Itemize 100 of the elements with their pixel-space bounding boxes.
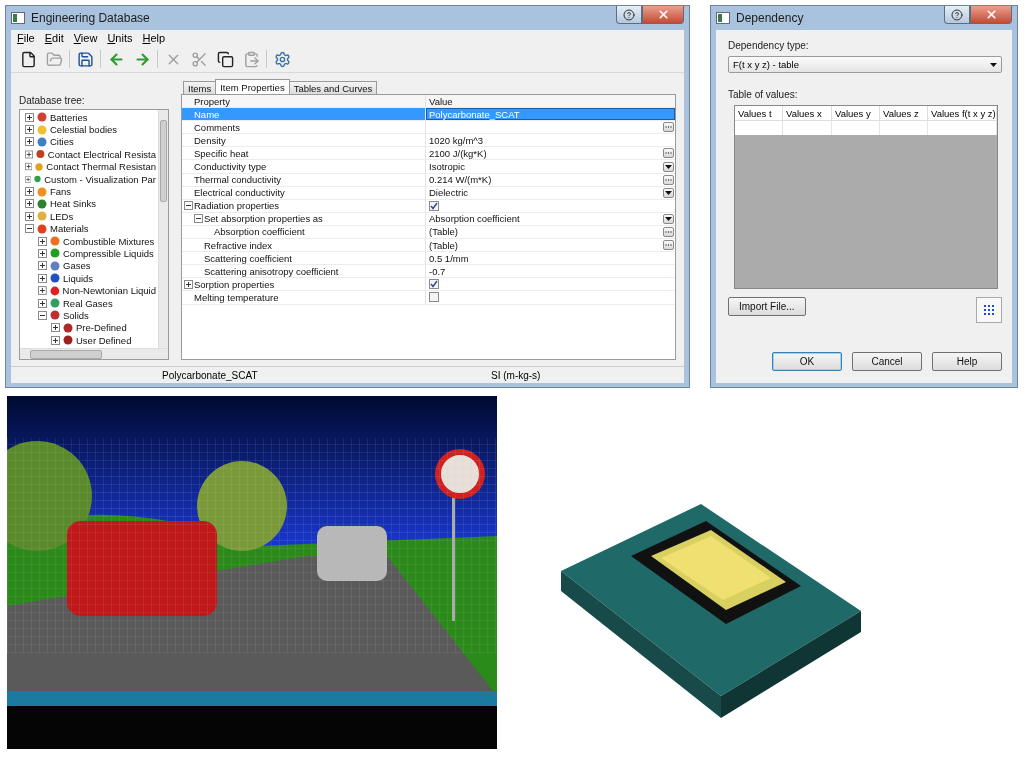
property-value: (Table) (429, 226, 459, 238)
expand-icon[interactable] (38, 249, 47, 258)
tree-item[interactable]: Real Gases (63, 297, 113, 309)
horizontal-scrollbar[interactable] (20, 348, 168, 359)
property-name: Electrical conductivity (194, 187, 285, 199)
tree-item[interactable]: Fans (50, 186, 72, 198)
tab[interactable]: Items (183, 81, 217, 94)
expand-icon[interactable] (38, 236, 47, 246)
column-header: Values y (832, 106, 880, 120)
collapse-icon[interactable] (193, 214, 203, 224)
expand-icon[interactable] (25, 112, 34, 122)
window-title: Engineering Database (31, 11, 150, 25)
property-row[interactable]: Melting temperature (182, 291, 675, 305)
expand-icon[interactable] (25, 137, 34, 147)
tree-item[interactable]: Cities (50, 136, 74, 148)
dependency-type-select[interactable]: F(t x y z) - table (728, 56, 1002, 73)
expand-icon[interactable] (38, 286, 47, 296)
help-icon (951, 8, 963, 21)
tab[interactable]: Item Properties (215, 79, 290, 94)
import-file-button[interactable]: Import File... (728, 297, 806, 316)
property-row[interactable]: Density 1020 kg/m^3 (182, 134, 675, 148)
tree-item[interactable]: Contact Electrical Resista (47, 148, 156, 160)
menu-item[interactable]: Help (138, 32, 170, 44)
expand-icon[interactable] (38, 261, 47, 271)
dialog-button[interactable]: Help (932, 352, 1002, 371)
dropdown-button[interactable] (663, 161, 674, 172)
expand-icon[interactable] (25, 125, 34, 135)
tree-item[interactable]: Solids (63, 309, 89, 321)
property-row[interactable]: Sorption properties (182, 278, 675, 292)
property-row[interactable]: Specific heat 2100 J/(kg*K) (182, 147, 675, 161)
dialog-button[interactable]: OK (772, 352, 842, 371)
help-button[interactable] (944, 6, 970, 24)
expand-icon[interactable] (38, 298, 47, 308)
property-value: Dielectric (429, 187, 469, 199)
tree-label: Database tree: (19, 95, 86, 106)
property-row[interactable]: Refractive index (Table) (182, 239, 675, 253)
expand-icon[interactable] (25, 149, 33, 159)
menu-item[interactable]: Units (103, 32, 137, 44)
expand-icon[interactable] (38, 273, 47, 283)
tree-item[interactable]: Non-Newtonian Liquid (62, 285, 156, 297)
tree-item[interactable]: Compressible Liquids (63, 248, 154, 259)
close-icon (984, 8, 998, 21)
more-button[interactable] (663, 122, 674, 133)
help-button[interactable] (616, 6, 642, 24)
menu-item[interactable]: Edit (40, 32, 68, 44)
grid-icon (984, 305, 994, 315)
vertical-scrollbar[interactable] (158, 110, 168, 348)
column-header: Value (429, 95, 453, 107)
property-row[interactable]: Scattering anisotropy coefficient -0.7 (182, 265, 675, 279)
tree-item[interactable]: Pre-Defined (76, 322, 127, 334)
property-row[interactable]: Conductivity type Isotropic (182, 160, 675, 174)
copy-icon (216, 50, 234, 68)
tree-item[interactable]: Custom - Visualization Par (44, 173, 156, 185)
property-value: -0.7 (429, 265, 446, 277)
close-button[interactable] (642, 6, 684, 24)
tree-item[interactable]: LEDs (50, 210, 74, 222)
property-name: Thermal conductivity (194, 174, 282, 186)
caret-icon (990, 62, 997, 67)
table-label: Table of values: (728, 89, 799, 100)
collapse-icon[interactable] (183, 201, 193, 211)
close-button[interactable] (970, 6, 1012, 24)
column-header: Values f(t x y z) (928, 106, 997, 120)
menu-item[interactable]: View (69, 32, 102, 44)
tab[interactable]: Tables and Curves (288, 81, 378, 94)
tree-item[interactable]: Celestial bodies (50, 124, 118, 136)
tree-item[interactable]: Batteries (50, 111, 88, 123)
more-button[interactable] (663, 240, 674, 251)
checked-checkbox[interactable] (429, 279, 439, 290)
expand-icon[interactable] (183, 279, 193, 289)
dropdown-button[interactable] (663, 187, 674, 198)
dropdown-button[interactable] (663, 213, 674, 224)
checked-checkbox[interactable] (429, 200, 439, 211)
expand-icon[interactable] (25, 199, 34, 209)
expand-icon[interactable] (25, 187, 34, 197)
checkbox[interactable] (429, 292, 439, 303)
grid-button[interactable] (976, 297, 1002, 323)
scissors-icon (190, 50, 208, 68)
expand-icon[interactable] (25, 162, 33, 172)
tree-item[interactable]: Liquids (63, 272, 94, 284)
ellipsis-icon (665, 126, 672, 129)
property-value: 0.5 1/mm (429, 252, 469, 264)
caret-icon (665, 164, 672, 169)
arrow-right-icon (133, 50, 151, 68)
property-row[interactable]: Comments (182, 121, 675, 135)
collapse-icon[interactable] (25, 224, 34, 234)
collapse-icon[interactable] (38, 310, 47, 320)
expand-icon[interactable] (51, 323, 60, 333)
dialog-button[interactable]: Cancel (852, 352, 922, 371)
tree-item[interactable]: Materials (50, 223, 89, 235)
tree-item[interactable]: Heat Sinks (50, 198, 96, 210)
tree-item[interactable]: Gases (63, 260, 91, 272)
property-name: Absorption coefficient (214, 226, 305, 238)
tree-item[interactable]: User Defined (76, 334, 132, 346)
tree-item[interactable]: Contact Thermal Resistan (46, 161, 156, 173)
tree-item[interactable]: Combustible Mixtures (63, 235, 155, 247)
expand-icon[interactable] (25, 211, 34, 221)
property-row[interactable]: Scattering coefficient 0.5 1/mm (182, 252, 675, 266)
expand-icon[interactable] (51, 335, 60, 345)
ellipsis-icon (665, 152, 672, 155)
menu-item[interactable]: File (13, 32, 39, 44)
